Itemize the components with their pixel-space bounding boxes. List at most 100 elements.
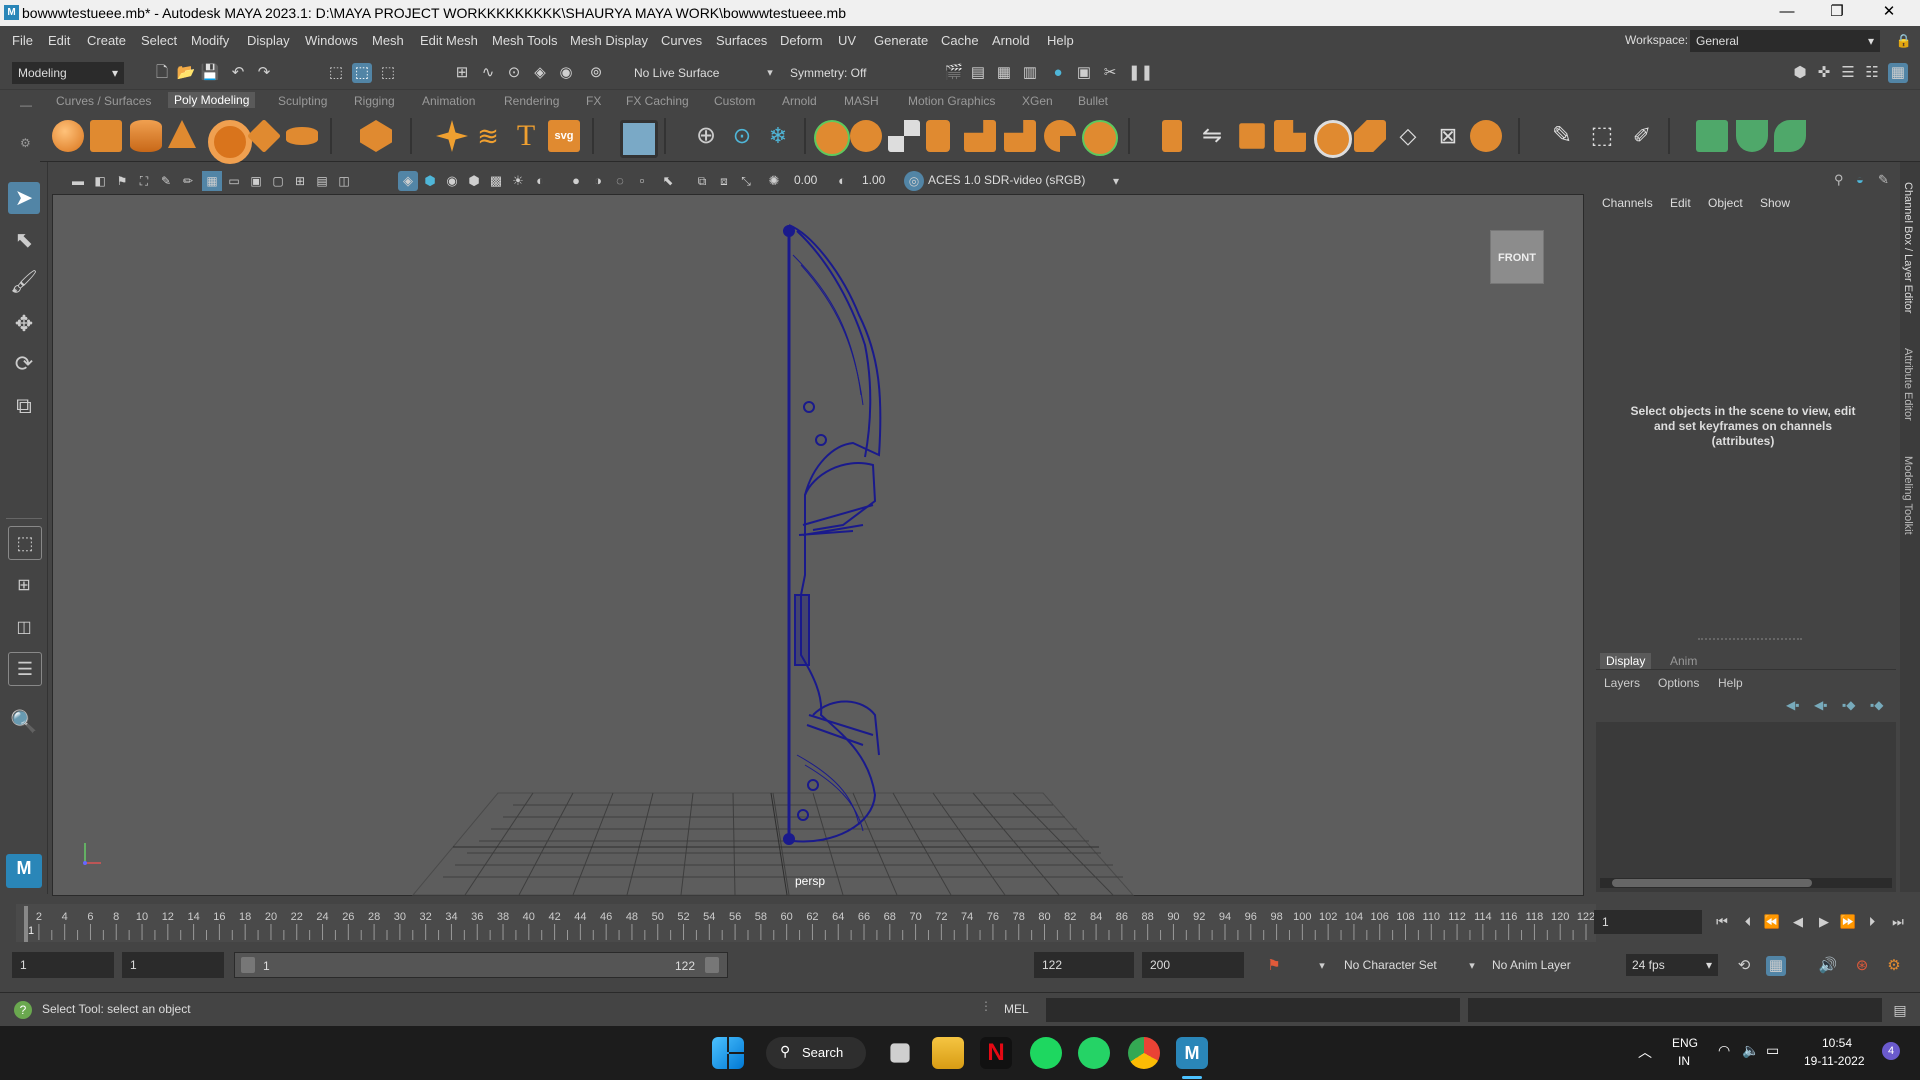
snap-point-icon[interactable]: ⊙	[504, 63, 524, 83]
poly-plane-icon[interactable]	[247, 119, 281, 153]
use-all-lights-icon[interactable]: ▩	[486, 171, 506, 191]
play-backwards-icon[interactable]: ◀	[1788, 912, 1808, 932]
shelf-menu-icon[interactable]: —	[20, 98, 32, 112]
paint-select-tool-icon[interactable]: 🖌	[8, 266, 40, 298]
bevel-icon[interactable]	[1239, 123, 1265, 149]
layer-move-down-icon[interactable]: ◀▪	[1814, 698, 1827, 712]
xray-joints-icon[interactable]: ⧉	[692, 171, 712, 191]
menu-mesh-tools[interactable]: Mesh Tools	[492, 33, 558, 48]
live-surface-field[interactable]: No Live Surface	[628, 62, 746, 84]
motion-blur-icon[interactable]: ◑	[588, 171, 608, 191]
tab-display[interactable]: Display	[1600, 653, 1652, 669]
mirror-icon[interactable]	[926, 120, 950, 152]
target-weld-icon[interactable]: ⬚	[1586, 120, 1618, 152]
isolate-select-icon[interactable]: ⬉	[658, 171, 678, 191]
search-icon[interactable]: 🔍	[8, 706, 40, 738]
tab-fx-caching[interactable]: FX Caching	[626, 94, 689, 108]
append-polygon-icon[interactable]	[1274, 120, 1306, 152]
menu-curves[interactable]: Curves	[661, 33, 702, 48]
tool-settings-icon[interactable]: ☷	[1862, 63, 1882, 83]
layer-move-up-icon[interactable]: ◀▪	[1786, 698, 1799, 712]
select-object-icon[interactable]: ⬚	[352, 63, 372, 83]
auto-key-icon[interactable]: ⚑	[1264, 956, 1284, 976]
bridge-icon[interactable]: ⇋	[1196, 120, 1228, 152]
menu-modify[interactable]: Modify	[191, 33, 229, 48]
smooth-shade-icon[interactable]: ⬢	[420, 171, 440, 191]
tab-xgen[interactable]: XGen	[1022, 94, 1053, 108]
view-cube[interactable]: FRONT	[1490, 230, 1544, 284]
field-chart-icon[interactable]: ⊞	[290, 171, 310, 191]
xray-components-icon[interactable]: ⧈	[714, 171, 734, 191]
depth-of-field-icon[interactable]: ▫	[632, 171, 652, 191]
exposure-value[interactable]: 0.00	[794, 173, 817, 187]
multi-cut-icon[interactable]: ✎	[1546, 120, 1578, 152]
light-editor-icon[interactable]: ✂	[1100, 63, 1120, 83]
range-end-handle[interactable]	[705, 957, 719, 973]
cache-playback-icon[interactable]: ▦	[1766, 956, 1786, 976]
menu-select[interactable]: Select	[141, 33, 177, 48]
tab-curves-surfaces[interactable]: Curves / Surfaces	[56, 94, 151, 108]
snap-view-icon[interactable]: ◈	[530, 63, 550, 83]
select-hierarchy-icon[interactable]: ⬚	[326, 63, 346, 83]
type-icon[interactable]: T	[510, 120, 542, 152]
freeze-transform-icon[interactable]: ❄	[762, 120, 794, 152]
menu-display[interactable]: Display	[247, 33, 290, 48]
image-plane-icon[interactable]: ⛶	[134, 171, 154, 191]
go-to-start-icon[interactable]: ⏮	[1712, 912, 1732, 932]
panel-resize-handle[interactable]	[1698, 638, 1802, 640]
character-set-dropdown[interactable]: No Character Set	[1338, 954, 1468, 976]
move-tool-icon[interactable]: ✥	[8, 308, 40, 340]
tab-fx[interactable]: FX	[586, 94, 601, 108]
sync-icon[interactable]: ◒	[1856, 172, 1864, 187]
tab-sculpting[interactable]: Sculpting	[278, 94, 327, 108]
help-icon[interactable]: ?	[14, 1001, 32, 1019]
modeling-toolkit-icon[interactable]: ⬢	[1790, 63, 1810, 83]
gamma-value[interactable]: 1.00	[862, 173, 885, 187]
menu-uv[interactable]: UV	[838, 33, 856, 48]
poly-cylinder-icon[interactable]	[130, 120, 162, 152]
redo-icon[interactable]: ↷	[254, 63, 274, 83]
render-setup-icon[interactable]: ▣	[1074, 63, 1094, 83]
spotify-icon[interactable]	[1030, 1037, 1062, 1069]
safe-action-icon[interactable]: ▤	[312, 171, 332, 191]
options-menu[interactable]: Options	[1658, 676, 1699, 690]
pin-icon[interactable]: ⚲	[1834, 172, 1844, 188]
save-scene-icon[interactable]: 💾	[200, 63, 220, 83]
horizontal-scrollbar[interactable]	[1600, 878, 1892, 888]
combine-icon[interactable]	[814, 120, 850, 156]
snap-grid-icon[interactable]: ⊞	[452, 63, 472, 83]
textured-icon[interactable]: ⬢	[464, 171, 484, 191]
file-explorer-icon[interactable]	[932, 1037, 964, 1069]
smooth-icon[interactable]	[888, 120, 920, 152]
poly-disc-icon[interactable]	[286, 127, 318, 145]
circularize-icon[interactable]: ◇	[1392, 120, 1424, 152]
edit-icon[interactable]: ✎	[1878, 172, 1889, 188]
menu-mesh[interactable]: Mesh	[372, 33, 404, 48]
notification-badge[interactable]: 4	[1882, 1042, 1900, 1060]
command-input[interactable]	[1046, 998, 1460, 1022]
separate-icon[interactable]	[850, 120, 882, 152]
film-gate-icon[interactable]: ▭	[224, 171, 244, 191]
new-layer-selected-icon[interactable]: ▪◆	[1842, 698, 1855, 712]
maya-home-icon[interactable]: M	[6, 854, 42, 888]
poly-sphere-icon[interactable]	[52, 120, 84, 152]
region-label[interactable]: IN	[1678, 1054, 1690, 1068]
edit-menu[interactable]: Edit	[1670, 196, 1691, 210]
exposure-dial-icon[interactable]: ✺	[764, 171, 784, 191]
show-menu[interactable]: Show	[1760, 196, 1790, 210]
command-type-label[interactable]: MEL	[1004, 1002, 1029, 1016]
snap-vertex-icon[interactable]: ⊚	[586, 63, 606, 83]
menu-surfaces[interactable]: Surfaces	[716, 33, 767, 48]
wireframe-on-shaded-icon[interactable]: ◉	[442, 171, 462, 191]
netflix-icon[interactable]: N	[980, 1037, 1012, 1069]
start-time-field[interactable]: 1	[12, 952, 114, 978]
time-ticks[interactable]: 2 4 6 8 10 12 14 16 18 20 22 24 26 28 30 32 34 36 38 40 42 44…	[16, 900, 1596, 946]
gate-mask-icon[interactable]: ▢	[268, 171, 288, 191]
current-frame-field[interactable]: 1	[1594, 910, 1702, 934]
open-scene-icon[interactable]: 📂	[176, 63, 196, 83]
workspace-dropdown[interactable]: General ▾	[1690, 30, 1880, 52]
wifi-icon[interactable]: ◠	[1718, 1042, 1730, 1059]
tab-attribute-editor[interactable]: Attribute Editor	[1902, 348, 1914, 421]
insert-edge-icon[interactable]	[1470, 120, 1502, 152]
snap-curve-icon[interactable]: ∿	[478, 63, 498, 83]
